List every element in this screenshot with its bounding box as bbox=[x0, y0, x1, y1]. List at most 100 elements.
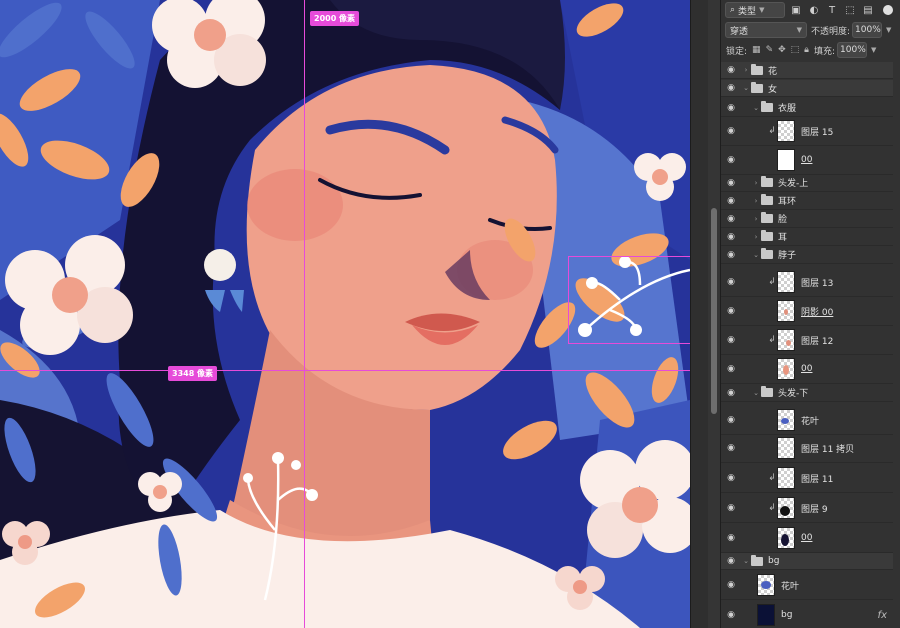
chevron-down-icon[interactable]: ⌄ bbox=[741, 557, 751, 565]
fill-input[interactable]: 100% bbox=[837, 42, 868, 58]
chevron-right-icon[interactable]: › bbox=[751, 197, 761, 205]
layer-row[interactable]: ◉ ↲ 图层 9 bbox=[721, 494, 893, 523]
chevron-down-icon: ▼ bbox=[796, 26, 802, 34]
document-canvas[interactable]: 2000 像素 3348 像素 bbox=[0, 0, 690, 628]
layer-group-row[interactable]: ◉ ⌄ 衣服 bbox=[721, 99, 893, 117]
layer-row[interactable]: ◉ ↲ 图层 15 bbox=[721, 117, 893, 146]
filter-toggle[interactable] bbox=[883, 5, 893, 15]
eye-icon[interactable]: ◉ bbox=[721, 503, 741, 513]
layer-group-row[interactable]: ◉ ⌄ bg bbox=[721, 553, 893, 570]
layer-group-row[interactable]: ◉ ⌄ 头发-下 bbox=[721, 384, 893, 402]
eye-icon[interactable]: ◉ bbox=[721, 306, 741, 316]
layer-row[interactable]: ◉ ↲ 图层 13 bbox=[721, 268, 893, 297]
eye-icon[interactable]: ◉ bbox=[721, 196, 741, 206]
clipping-mask-icon: ↲ bbox=[768, 473, 776, 483]
layer-row[interactable]: ◉ bg fx bbox=[721, 601, 893, 628]
folder-icon bbox=[761, 176, 773, 187]
chevron-right-icon[interactable]: › bbox=[741, 66, 751, 74]
chevron-down-icon[interactable]: ⌄ bbox=[751, 104, 761, 112]
layer-row[interactable]: ◉ 图层 11 拷贝 bbox=[721, 434, 893, 463]
chevron-right-icon[interactable]: › bbox=[751, 233, 761, 241]
eye-icon[interactable]: ◉ bbox=[721, 443, 741, 453]
layer-thumbnail bbox=[777, 409, 795, 431]
layer-thumbnail bbox=[757, 574, 775, 596]
eye-icon[interactable]: ◉ bbox=[721, 388, 741, 398]
folder-icon bbox=[751, 81, 763, 93]
eye-icon[interactable]: ◉ bbox=[721, 155, 741, 165]
layer-thumbnail bbox=[777, 527, 795, 549]
layer-group-row[interactable]: ◉ › 耳 bbox=[721, 228, 893, 246]
folder-icon bbox=[761, 248, 773, 259]
layer-thumbnail bbox=[777, 467, 795, 489]
chevron-down-icon[interactable]: ⌄ bbox=[741, 84, 751, 92]
chevron-down-icon[interactable]: ⌄ bbox=[751, 251, 761, 259]
layer-thumbnail bbox=[777, 329, 795, 351]
layer-group-row[interactable]: ◉ › 头发-上 bbox=[721, 174, 893, 192]
eye-icon[interactable]: ◉ bbox=[721, 556, 741, 566]
image-filter-icon[interactable]: ▣ bbox=[789, 3, 803, 17]
eye-icon[interactable]: ◉ bbox=[721, 83, 741, 93]
layer-thumbnail bbox=[777, 437, 795, 459]
smart-object-filter-icon[interactable]: ▤ bbox=[861, 3, 875, 17]
chevron-right-icon[interactable]: › bbox=[751, 179, 761, 187]
layer-group-row[interactable]: ◉ › 耳环 bbox=[721, 192, 893, 210]
chevron-down-icon[interactable]: ⌄ bbox=[751, 389, 761, 397]
eye-icon[interactable]: ◉ bbox=[721, 580, 741, 590]
layer-row[interactable]: ◉ 00 bbox=[721, 524, 893, 553]
chevron-down-icon[interactable]: ▼ bbox=[871, 46, 876, 54]
adjustment-filter-icon[interactable]: ◐ bbox=[807, 3, 821, 17]
shape-filter-icon[interactable]: ⬚ bbox=[843, 3, 857, 17]
layer-list: ◉ › 花 ◉ ⌄ 女 ◉ ⌄ 衣服 ◉ ↲ 图层 15 ◉ 00 ◉ › 头发… bbox=[721, 62, 900, 628]
lock-row: 锁定: ▦ ✎ ✥ ⬚ 🔒︎ 填充: 100% ▼ bbox=[721, 42, 900, 58]
scroll-thumb[interactable] bbox=[711, 208, 717, 414]
eye-icon[interactable]: ◉ bbox=[721, 178, 741, 188]
eye-icon[interactable]: ◉ bbox=[721, 364, 741, 374]
type-filter-icon[interactable]: T bbox=[825, 3, 839, 17]
layer-group-row[interactable]: ◉ › 脸 bbox=[721, 210, 893, 228]
eye-icon[interactable]: ◉ bbox=[721, 103, 741, 113]
search-icon: ⌕ bbox=[730, 5, 736, 15]
chevron-down-icon[interactable]: ▼ bbox=[886, 26, 891, 34]
eye-icon[interactable]: ◉ bbox=[721, 126, 741, 136]
layer-group-row[interactable]: ◉ ⌄ 女 bbox=[721, 80, 893, 97]
eye-icon[interactable]: ◉ bbox=[721, 473, 741, 483]
layer-row[interactable]: ◉ 阴影 00 bbox=[721, 297, 893, 326]
layer-row[interactable]: ◉ 00 bbox=[721, 146, 893, 175]
filter-kind-select[interactable]: ⌕ 类型 ▼ bbox=[725, 2, 785, 18]
selection-bounding-box[interactable] bbox=[568, 256, 690, 344]
width-measure-badge: 3348 像素 bbox=[168, 366, 218, 381]
layer-thumbnail bbox=[777, 300, 795, 322]
lock-image-pixels-icon[interactable]: ✎ bbox=[766, 45, 774, 55]
lock-position-icon[interactable]: ✥ bbox=[778, 45, 786, 55]
blend-mode-select[interactable]: 穿透 ▼ bbox=[725, 22, 807, 38]
layer-row[interactable]: ◉ 00 bbox=[721, 355, 893, 384]
layer-group-row[interactable]: ◉ › 花 bbox=[721, 62, 893, 79]
lock-transparent-pixels-icon[interactable]: ▦ bbox=[752, 45, 761, 55]
eye-icon[interactable]: ◉ bbox=[721, 65, 741, 75]
eye-icon[interactable]: ◉ bbox=[721, 415, 741, 425]
eye-icon[interactable]: ◉ bbox=[721, 335, 741, 345]
layer-row[interactable]: ◉ 花叶 bbox=[721, 571, 893, 600]
layer-row[interactable]: ◉ ↲ 图层 11 bbox=[721, 464, 893, 493]
lock-all-icon[interactable]: 🔒︎ bbox=[804, 45, 809, 55]
layer-group-row[interactable]: ◉ ⌄ 脖子 bbox=[721, 246, 893, 264]
eye-icon[interactable]: ◉ bbox=[721, 533, 741, 543]
clipping-mask-icon: ↲ bbox=[768, 503, 776, 513]
layer-thumbnail bbox=[777, 120, 795, 142]
eye-icon[interactable]: ◉ bbox=[721, 610, 741, 620]
canvas-scrollbar[interactable] bbox=[708, 0, 720, 628]
eye-icon[interactable]: ◉ bbox=[721, 232, 741, 242]
eye-icon[interactable]: ◉ bbox=[721, 250, 741, 260]
layer-row[interactable]: ◉ ↲ 图层 12 bbox=[721, 326, 893, 355]
opacity-input[interactable]: 100% bbox=[852, 22, 883, 38]
folder-icon bbox=[761, 230, 773, 241]
height-measure-badge: 2000 像素 bbox=[310, 11, 360, 26]
artboard-lock-icon[interactable]: ⬚ bbox=[791, 45, 800, 55]
chevron-down-icon: ▼ bbox=[759, 6, 765, 14]
layer-thumbnail bbox=[777, 358, 795, 380]
layer-effects-icon[interactable]: fx bbox=[878, 610, 887, 621]
chevron-right-icon[interactable]: › bbox=[751, 215, 761, 223]
layer-row[interactable]: ◉ 花叶 bbox=[721, 406, 893, 435]
eye-icon[interactable]: ◉ bbox=[721, 214, 741, 224]
eye-icon[interactable]: ◉ bbox=[721, 277, 741, 287]
